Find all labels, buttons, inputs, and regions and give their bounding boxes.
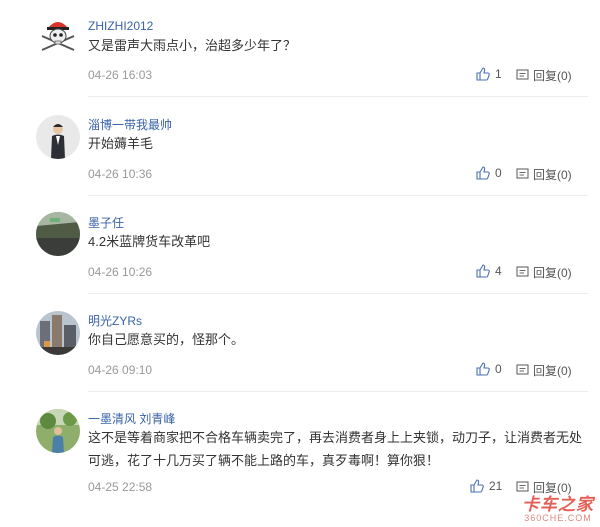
username[interactable]: 墨子任 — [88, 214, 124, 231]
comment-text: 你自己愿意买的，怪那个。 — [88, 332, 245, 347]
timestamp: 04-26 10:26 — [88, 265, 153, 279]
city-photo-icon — [36, 311, 80, 355]
reply-label: 回复(0) — [533, 69, 572, 83]
suited-man-icon — [36, 115, 80, 159]
comment-text: 又是雷声大雨点小，治超多少年了？ — [88, 38, 297, 53]
divider — [88, 293, 588, 294]
avatar[interactable] — [36, 14, 80, 58]
reply-button[interactable]: 回复(0) — [516, 362, 572, 379]
landscape-photo-icon — [36, 212, 80, 256]
thumbs-up-icon — [476, 264, 490, 278]
comment-icon — [516, 266, 529, 277]
like-count: 0 — [495, 166, 502, 180]
divider — [88, 195, 588, 196]
reply-label: 回复(0) — [533, 266, 572, 280]
timestamp: 04-26 16:03 — [88, 68, 153, 82]
username[interactable]: 明光ZYRs — [88, 312, 142, 329]
comment-icon — [516, 364, 529, 375]
reply-label: 回复(0) — [533, 168, 572, 182]
watermark-domain: 360CHE.COM — [524, 513, 592, 523]
timestamp: 04-26 09:10 — [88, 363, 153, 377]
like-button[interactable]: 0 — [476, 362, 502, 376]
like-count: 4 — [495, 264, 502, 278]
comment-icon — [516, 168, 529, 179]
thumbs-up-icon — [476, 67, 490, 81]
person-outdoors-icon — [36, 409, 80, 453]
avatar[interactable] — [36, 212, 80, 256]
comment-text: 这不是等着商家把不合格车辆卖完了，再去消费者身上上夹锁，动刀子，让消费者无处 可… — [88, 426, 582, 472]
reply-button[interactable]: 回复(0) — [516, 166, 572, 183]
like-button[interactable]: 21 — [470, 479, 502, 493]
like-button[interactable]: 0 — [476, 166, 502, 180]
comment-text-line: 这不是等着商家把不合格车辆卖完了，再去消费者身上上夹锁，动刀子，让消费者无处 — [88, 430, 583, 445]
like-count: 21 — [489, 479, 503, 493]
divider — [88, 96, 588, 97]
timestamp: 04-25 22:58 — [88, 480, 153, 494]
comment-text: 4.2米蓝牌货车改革吧 — [88, 234, 211, 249]
avatar[interactable] — [36, 115, 80, 159]
username[interactable]: 淄博一带我最帅 — [88, 116, 172, 133]
avatar[interactable] — [36, 311, 80, 355]
thumbs-up-icon — [476, 362, 490, 376]
like-button[interactable]: 1 — [476, 67, 502, 81]
reply-button[interactable]: 回复(0) — [516, 264, 572, 281]
pirate-skull-icon — [36, 14, 80, 58]
like-button[interactable]: 4 — [476, 264, 502, 278]
comment-text: 开始薅羊毛 — [88, 136, 154, 151]
avatar[interactable] — [36, 409, 80, 453]
watermark-logo: 卡车之家 — [522, 495, 594, 514]
timestamp: 04-26 10:36 — [88, 167, 153, 181]
site-watermark: 卡车之家 360CHE.COM — [522, 490, 594, 523]
thumbs-up-icon — [470, 479, 484, 493]
comment-icon — [516, 69, 529, 80]
like-count: 0 — [495, 362, 502, 376]
username[interactable]: ZHIZHI2012 — [88, 19, 153, 33]
thumbs-up-icon — [476, 166, 490, 180]
divider — [88, 391, 588, 392]
comment-text-line: 可逃，花了十几万买了辆不能上路的车，真歹毒啊！算你狠！ — [88, 453, 440, 468]
like-count: 1 — [495, 67, 502, 81]
reply-label: 回复(0) — [533, 364, 572, 378]
username[interactable]: 一墨清风 刘青峰 — [88, 410, 175, 427]
reply-button[interactable]: 回复(0) — [516, 67, 572, 84]
